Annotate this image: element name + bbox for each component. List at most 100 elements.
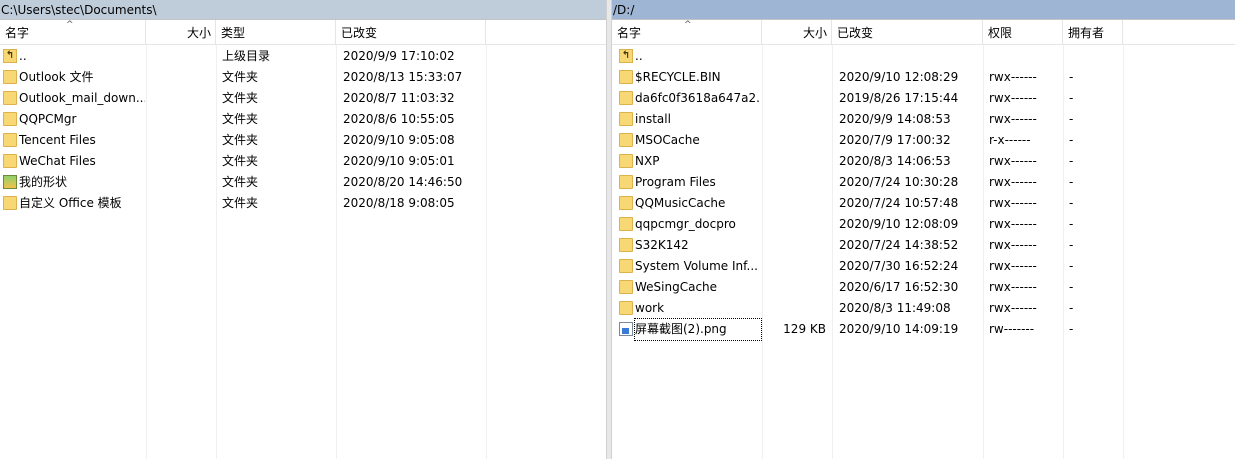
cell-size [762, 130, 826, 151]
file-row[interactable]: WeChat Files 文件夹 2020/9/10 9:05:01 [0, 151, 606, 172]
file-row[interactable]: Tencent Files 文件夹 2020/9/10 9:05:08 [0, 130, 606, 151]
folder-icon [619, 280, 633, 294]
column-size-label: 大小 [802, 26, 827, 40]
column-type[interactable]: 类型 [216, 20, 336, 44]
cell-name: S32K142 [635, 238, 689, 252]
cell-owner: - [1069, 301, 1074, 315]
cell-size [762, 256, 826, 277]
cell-name: .. [19, 49, 27, 63]
remote-file-list: ↰.. $RECYCLE.BIN 2020/9/10 12:08:29 rwx----… [612, 46, 1235, 341]
file-row[interactable]: MSOCache 2020/7/9 17:00:32 r-x------ - [612, 130, 1235, 151]
column-name[interactable]: 名字 ^ [0, 20, 146, 44]
folder-icon [3, 91, 17, 105]
folder-icon [619, 301, 633, 315]
file-row[interactable]: WeSingCache 2020/6/17 16:52:30 rwx------ - [612, 277, 1235, 298]
cell-modified: 2020/8/3 14:06:53 [839, 154, 951, 168]
file-row[interactable]: da6fc0f3618a647a2... 2019/8/26 17:15:44 rw… [612, 88, 1235, 109]
folder-icon [3, 154, 17, 168]
file-row[interactable]: NXP 2020/8/3 14:06:53 rwx------ - [612, 151, 1235, 172]
cell-owner: - [1069, 217, 1074, 231]
file-row[interactable]: 我的形状 文件夹 2020/8/20 14:46:50 [0, 172, 606, 193]
cell-name: NXP [635, 154, 660, 168]
cell-type: 文件夹 [222, 112, 259, 126]
cell-name: QQPCMgr [19, 112, 77, 126]
column-name[interactable]: 名字 ^ [612, 20, 762, 44]
cell-permissions: rwx------ [989, 112, 1037, 126]
cell-owner: - [1069, 238, 1074, 252]
cell-owner: - [1069, 154, 1074, 168]
cell-type: 文件夹 [222, 154, 259, 168]
png-file-icon [619, 322, 633, 336]
column-name-label: 名字 [617, 26, 642, 40]
column-permissions-label: 权限 [988, 26, 1013, 40]
cell-permissions: r-x------ [989, 133, 1031, 147]
cell-name: $RECYCLE.BIN [635, 70, 721, 84]
cell-name: Outlook 文件 [19, 70, 94, 84]
cell-permissions: rwx------ [989, 70, 1037, 84]
file-row[interactable]: ↰.. [612, 46, 1235, 67]
file-row[interactable]: S32K142 2020/7/24 14:38:52 rwx------ - [612, 235, 1235, 256]
file-row[interactable]: QQPCMgr 文件夹 2020/8/6 10:55:05 [0, 109, 606, 130]
remote-file-pane: /D:/ 名字 ^ 大小 已改变 权限 拥有者 ↰.. $RECYCLE.BIN 2… [612, 0, 1235, 459]
cell-modified: 2020/8/3 11:49:08 [839, 301, 951, 315]
column-owner-label: 拥有者 [1068, 26, 1105, 40]
folder-icon [3, 196, 17, 210]
cell-permissions: rwx------ [989, 301, 1037, 315]
column-size[interactable]: 大小 [146, 20, 216, 44]
cell-size [762, 214, 826, 235]
cell-name: 自定义 Office 模板 [19, 196, 122, 210]
column-modified[interactable]: 已改变 [832, 20, 983, 44]
folder-icon [619, 217, 633, 231]
cell-name: Tencent Files [19, 133, 96, 147]
file-row[interactable]: QQMusicCache 2020/7/24 10:57:48 rwx------ - [612, 193, 1235, 214]
cell-size [762, 46, 826, 67]
cell-owner: - [1069, 112, 1074, 126]
file-row[interactable]: Outlook 文件 文件夹 2020/8/13 15:33:07 [0, 67, 606, 88]
cell-permissions: rwx------ [989, 196, 1037, 210]
file-row[interactable]: ↰.. 上级目录 2020/9/9 17:10:02 [0, 46, 606, 67]
column-owner[interactable]: 拥有者 [1063, 20, 1123, 44]
cell-name: WeChat Files [19, 154, 96, 168]
cell-name: MSOCache [635, 133, 700, 147]
cell-type: 文件夹 [222, 70, 259, 84]
up-folder-icon: ↰ [619, 49, 633, 63]
column-permissions[interactable]: 权限 [983, 20, 1063, 44]
folder-icon [619, 259, 633, 273]
file-row[interactable]: Outlook_mail_down... 文件夹 2020/8/7 11:03:32 [0, 88, 606, 109]
cell-owner [1069, 46, 1119, 67]
file-row[interactable]: work 2020/8/3 11:49:08 rwx------ - [612, 298, 1235, 319]
cell-name: .. [635, 49, 643, 63]
cell-type: 文件夹 [222, 91, 259, 105]
column-modified-label: 已改变 [341, 26, 378, 40]
column-modified[interactable]: 已改变 [336, 20, 486, 44]
cell-modified [839, 46, 979, 67]
file-row[interactable]: install 2020/9/9 14:08:53 rwx------ - [612, 109, 1235, 130]
cell-name: install [635, 112, 671, 126]
file-row[interactable]: $RECYCLE.BIN 2020/9/10 12:08:29 rwx------ - [612, 67, 1235, 88]
cell-owner: - [1069, 175, 1074, 189]
local-path-bar[interactable]: C:\Users\stec\Documents\ [0, 0, 606, 20]
file-row[interactable]: System Volume Inf... 2020/7/30 16:52:24 rw… [612, 256, 1235, 277]
file-row[interactable]: qqpcmgr_docpro 2020/9/10 12:08:09 rwx-----… [612, 214, 1235, 235]
file-row[interactable]: Program Files 2020/7/24 10:30:28 rwx------… [612, 172, 1235, 193]
cell-name: System Volume Inf... [635, 259, 758, 273]
cell-type: 上级目录 [222, 49, 271, 63]
cell-size [762, 193, 826, 214]
cell-modified: 2020/8/18 9:08:05 [343, 196, 455, 210]
cell-permissions [989, 46, 1059, 67]
folder-icon [619, 133, 633, 147]
remote-path-bar[interactable]: /D:/ [612, 0, 1235, 20]
local-column-header: 名字 ^ 大小 类型 已改变 [0, 20, 606, 45]
file-row[interactable]: 自定义 Office 模板 文件夹 2020/8/18 9:08:05 [0, 193, 606, 214]
cell-size [762, 109, 826, 130]
file-row[interactable]: 屏幕截图(2).png 129 KB 2020/9/10 14:09:19 rw---… [612, 318, 1235, 341]
cell-name: 我的形状 [19, 175, 68, 189]
cell-size [762, 88, 826, 109]
folder-icon [3, 70, 17, 84]
cell-modified: 2020/9/9 14:08:53 [839, 112, 951, 126]
column-size[interactable]: 大小 [762, 20, 832, 44]
cell-permissions: rwx------ [989, 175, 1037, 189]
column-size-label: 大小 [186, 26, 211, 40]
cell-modified: 2020/9/10 14:09:19 [839, 322, 959, 336]
cell-owner: - [1069, 91, 1074, 105]
